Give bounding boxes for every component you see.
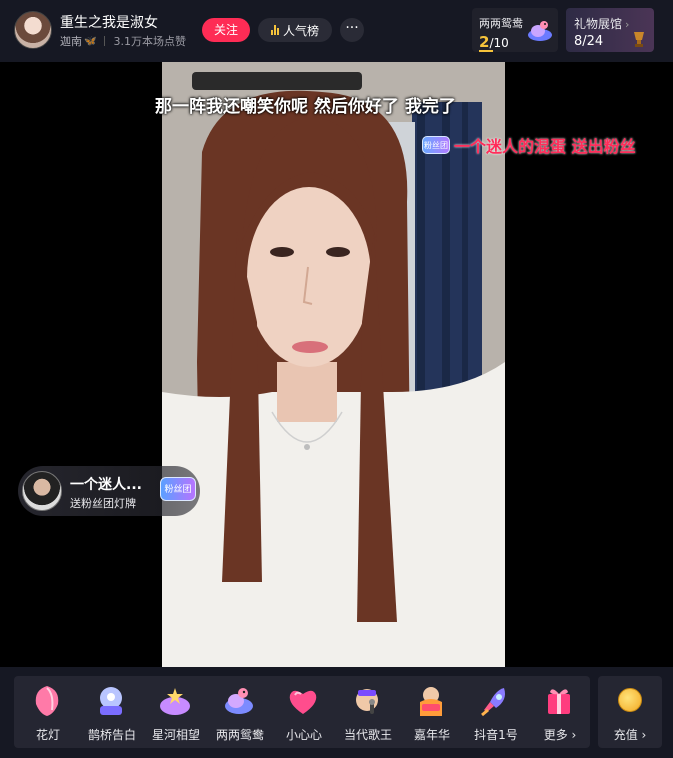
streamer-meta: 迦南 🦋 3.1万本场点赞 — [60, 33, 186, 49]
location-text: 迦南 — [60, 35, 82, 48]
gift-item-mandarin-duck[interactable]: 两两鸳鸯 — [208, 676, 268, 748]
recharge-label: 充值 › — [613, 728, 647, 742]
gift-item-heart[interactable]: 小心心 — [272, 676, 332, 748]
trophy-icon — [634, 32, 644, 47]
sender-avatar[interactable] — [22, 471, 62, 511]
gift-label: 花灯 — [35, 728, 60, 742]
gift-label: 星河相望 — [151, 728, 200, 742]
butterfly-icon: 🦋 — [84, 35, 97, 47]
lantern-icon — [35, 686, 59, 716]
gift-label: 两两鸳鸯 — [215, 728, 264, 742]
bar-chart-icon — [270, 25, 279, 35]
streamer-name[interactable]: 重生之我是淑女 — [60, 12, 158, 32]
gift-item-lantern[interactable]: 花灯 — [16, 676, 76, 748]
live-subtitle: 那一阵我还嘲笑你呢 然后你好了 我完了 — [155, 97, 456, 117]
gift-item-carnival[interactable]: 嘉年华 — [400, 676, 460, 748]
sender-name[interactable]: 一个迷人... — [70, 474, 142, 494]
gift-label: 当代歌王 — [343, 728, 392, 742]
gift-bar: 花灯 鹊桥告白 星河相望 两两鸳鸯 小心心 当代歌王 嘉年华 抖音1号 更多 ›… — [0, 667, 673, 758]
gift-label: 抖音1号 — [474, 728, 518, 742]
gift-label: 鹊桥告白 — [87, 728, 136, 742]
gift-item-magpie-bridge[interactable]: 鹊桥告白 — [80, 676, 140, 748]
popularity-rank-button[interactable]: 人气榜 — [258, 18, 332, 42]
gift-gallery-card[interactable]: 礼物展馆 › 8/24 — [566, 8, 654, 52]
task-label: 两两鸳鸯 — [479, 17, 523, 30]
heart-icon — [289, 690, 317, 714]
gift-item-rocket[interactable]: 抖音1号 — [464, 676, 524, 748]
follow-button[interactable]: 关注 — [202, 18, 250, 42]
carnival-icon — [420, 687, 442, 716]
singer-king-icon — [356, 689, 378, 714]
live-header: 重生之我是淑女 迦南 🦋 3.1万本场点赞 关注 人气榜 ··· 两两鸳鸯 2/… — [0, 0, 673, 62]
gift-item-singer-king[interactable]: 当代歌王 — [336, 676, 396, 748]
coin-icon — [618, 688, 642, 712]
gallery-label: 礼物展馆 › — [574, 17, 630, 31]
likes-count: 3.1万本场点赞 — [113, 35, 186, 48]
chevron-right-icon: › — [625, 18, 630, 31]
gallery-count: 8/24 — [574, 34, 604, 49]
more-gifts-button[interactable]: 更多 › — [528, 676, 588, 748]
rocket-icon — [481, 688, 505, 717]
streamer-avatar[interactable] — [14, 11, 52, 49]
gift-item-star-river[interactable]: 星河相望 — [144, 676, 204, 748]
rank-label: 人气榜 — [282, 23, 319, 38]
star-river-icon — [160, 688, 190, 715]
gift-task-card[interactable]: 两两鸳鸯 2/10 — [472, 8, 558, 52]
mandarin-duck-icon — [225, 688, 253, 714]
gift-box-icon — [548, 689, 570, 714]
gift-label: 更多 › — [543, 728, 577, 742]
more-button[interactable]: ··· — [340, 18, 364, 42]
fan-club-badge: 粉丝团 — [422, 136, 450, 154]
gift-label: 嘉年华 — [413, 728, 450, 742]
fan-club-badge-icon: 粉丝团 — [160, 477, 196, 501]
gift-announcement-text: 一个迷人的混蛋 送出粉丝 — [454, 137, 636, 156]
divider — [104, 36, 106, 46]
recharge-button[interactable]: 充值 › — [598, 676, 662, 748]
gift-label: 小心心 — [285, 728, 322, 742]
task-progress: 2/10 — [479, 33, 509, 51]
gift-announcement: 粉丝团 一个迷人的混蛋 送出粉丝 — [422, 134, 636, 156]
magpie-bridge-icon — [100, 687, 122, 715]
task-progress-bar — [479, 50, 493, 52]
gift-action-text: 送粉丝团灯牌 — [70, 497, 136, 510]
fan-gift-toast: 一个迷人... 送粉丝团灯牌 粉丝团 — [18, 466, 200, 516]
gift-panel: 花灯 鹊桥告白 星河相望 两两鸳鸯 小心心 当代歌王 嘉年华 抖音1号 更多 › — [14, 676, 590, 748]
mandarin-duck-icon — [528, 21, 552, 41]
